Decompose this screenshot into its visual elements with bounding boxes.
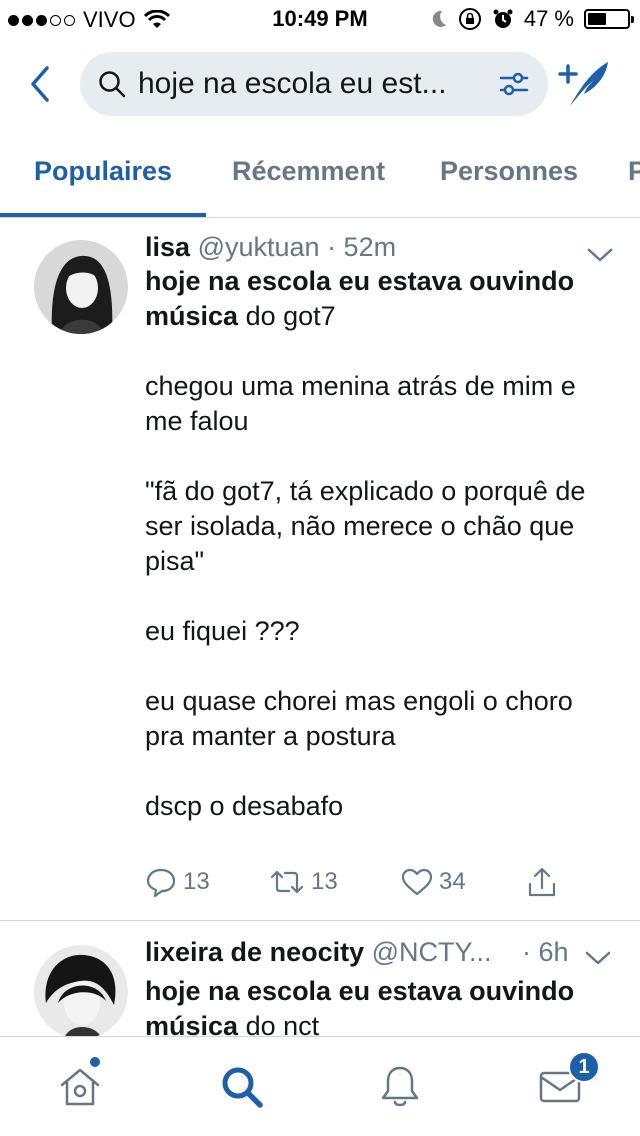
tweet-author-name[interactable]: lixeira de neocity: [145, 937, 364, 967]
retweet-count: 13: [311, 868, 338, 895]
battery-level: [588, 13, 606, 25]
heart-icon: [401, 868, 433, 896]
reply-button[interactable]: 13: [145, 867, 269, 897]
tweet-actions: 13 13 34: [145, 862, 585, 902]
retweet-button[interactable]: 13: [269, 868, 401, 896]
search-query-text: hoje na escola eu est...: [138, 67, 447, 100]
tweet-timestamp: · 52m: [327, 232, 397, 262]
search-tabs: Populaires Récemment Personnes P: [0, 140, 640, 218]
active-tab-indicator: [0, 213, 206, 217]
retweet-icon: [270, 870, 304, 894]
tweet-text-rest: do got7 chegou uma menina atrás de mim e…: [145, 301, 586, 821]
tab-popular[interactable]: Populaires: [34, 156, 172, 187]
tweet-author-handle[interactable]: @NCTY...: [372, 937, 492, 967]
like-count: 34: [439, 868, 466, 895]
tweet-author-name[interactable]: lisa: [145, 232, 190, 262]
tab-recent[interactable]: Récemment: [232, 156, 385, 187]
compose-tweet-icon[interactable]: [556, 58, 612, 110]
avatar[interactable]: [34, 240, 128, 334]
tweet-text-rest: do nct: [238, 1011, 320, 1036]
status-bar: VIVO 10:49 PM 47 %: [0, 0, 640, 40]
tweet[interactable]: lixeira de neocity @NCTY... · 6h hoje na…: [0, 921, 640, 1036]
chevron-left-icon: [31, 66, 49, 102]
battery-percentage: 47 %: [523, 6, 574, 31]
search-filter-icon[interactable]: [498, 68, 530, 100]
reply-count: 13: [183, 868, 210, 895]
bottom-navigation: 1: [0, 1036, 640, 1136]
like-button[interactable]: 34: [401, 868, 527, 896]
messages-badge: 1: [568, 1051, 600, 1083]
back-button[interactable]: [20, 62, 60, 106]
alarm-icon: [493, 9, 513, 28]
nav-notifications[interactable]: [374, 1061, 426, 1113]
nav-search[interactable]: [216, 1061, 268, 1113]
tweet-text: hoje na escola eu estava ouvindo música …: [145, 264, 615, 824]
tweet-text: hoje na escola eu estava ouvindo música …: [145, 974, 615, 1036]
share-icon: [528, 867, 556, 897]
battery-icon: [584, 9, 634, 29]
do-not-disturb-icon: [432, 10, 446, 27]
tab-people[interactable]: Personnes: [440, 156, 578, 187]
home-notification-dot: [90, 1057, 100, 1067]
home-icon: [60, 1068, 100, 1106]
tweet-text-highlight: hoje na escola eu estava ouvindo música: [145, 266, 575, 331]
tweet[interactable]: lisa @yuktuan · 52m hoje na escola eu es…: [0, 218, 640, 920]
tweet-author-handle[interactable]: @yuktuan: [198, 232, 320, 262]
orientation-lock-icon: [458, 8, 481, 30]
chevron-down-icon[interactable]: [586, 246, 614, 264]
tab-photos[interactable]: P: [628, 156, 640, 187]
tweet-timestamp: · 6h: [522, 937, 569, 967]
search-icon: [222, 1067, 263, 1108]
search-icon: [99, 71, 126, 98]
chevron-down-icon[interactable]: [584, 949, 612, 967]
avatar[interactable]: [34, 945, 128, 1036]
bell-icon: [381, 1066, 419, 1107]
tweet-text-highlight: hoje na escola eu estava ouvindo música: [145, 976, 575, 1036]
reply-icon: [146, 868, 176, 897]
search-header: hoje na escola eu est...: [0, 52, 640, 118]
search-input[interactable]: hoje na escola eu est...: [80, 52, 548, 116]
share-button[interactable]: [527, 866, 557, 898]
nav-home[interactable]: [54, 1061, 106, 1113]
